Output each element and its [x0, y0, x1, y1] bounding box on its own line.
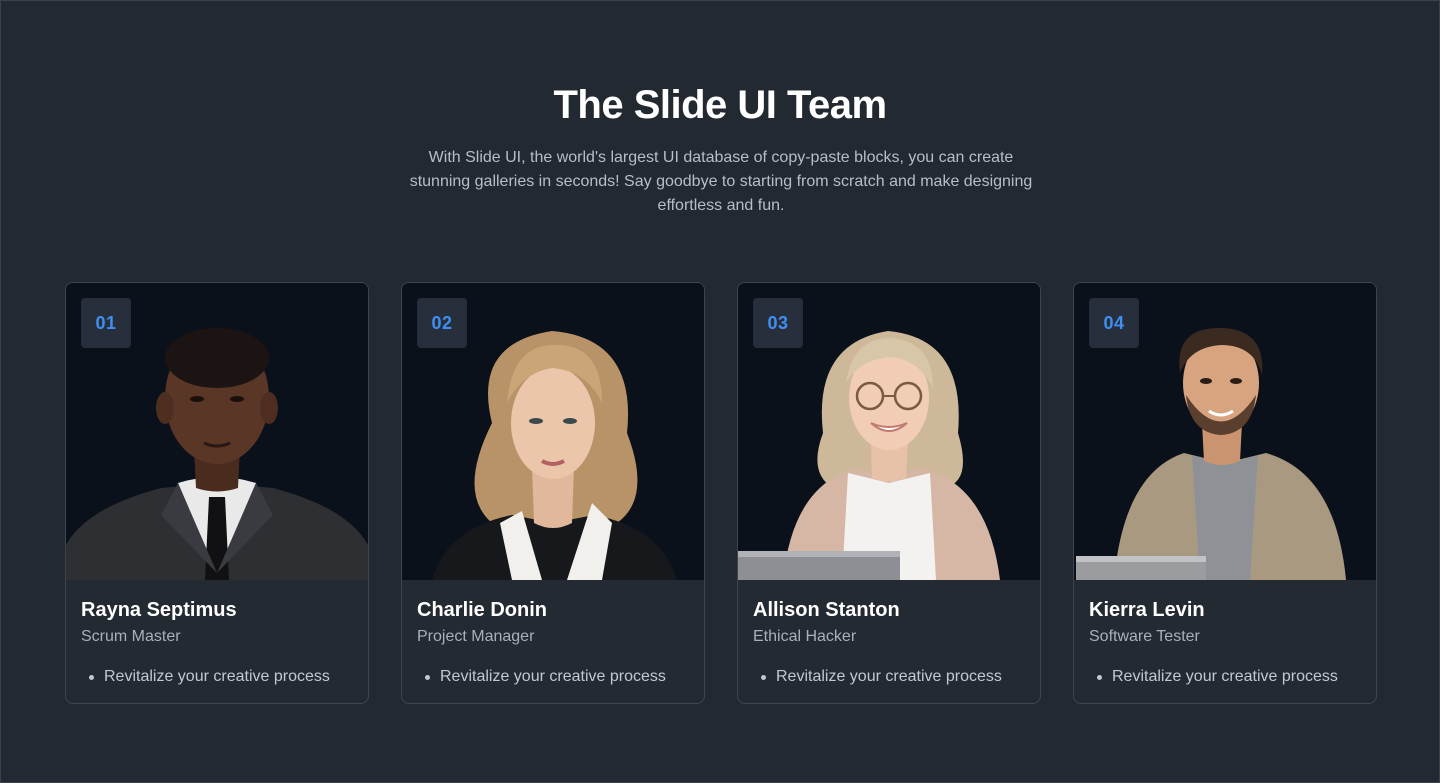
team-card[interactable]: 02 Charlie Donin Project Manager Revital… — [401, 282, 705, 704]
member-role: Software Tester — [1089, 628, 1200, 645]
member-role: Ethical Hacker — [753, 628, 857, 645]
member-bullet: Revitalize your creative process — [1097, 668, 1338, 686]
member-bullet: Revitalize your creative process — [425, 668, 666, 686]
member-bullet-text: Revitalize your creative process — [104, 668, 330, 685]
member-bullet: Revitalize your creative process — [89, 668, 330, 686]
member-number-badge: 03 — [753, 298, 803, 348]
member-number-badge: 01 — [81, 298, 131, 348]
member-bullet: Revitalize your creative process — [761, 668, 1002, 686]
member-bullet-text: Revitalize your creative process — [1112, 668, 1338, 685]
bullet-dot-icon — [761, 674, 766, 680]
page-subtitle: With Slide UI, the world's largest UI da… — [409, 149, 1033, 214]
member-name: Kierra Levin — [1089, 599, 1205, 621]
bullet-dot-icon — [425, 674, 430, 680]
page-title: The Slide UI Team — [553, 83, 887, 127]
bullet-dot-icon — [1097, 674, 1102, 680]
member-role: Project Manager — [417, 628, 535, 645]
member-name: Charlie Donin — [417, 599, 548, 621]
team-card[interactable]: 01 Rayna Septimus Scrum Master Revitaliz… — [65, 282, 369, 704]
team-card[interactable]: 03 Allison Stanton Ethical Hacker Revita… — [737, 282, 1041, 704]
member-name: Allison Stanton — [753, 599, 900, 621]
member-bullet-text: Revitalize your creative process — [440, 668, 666, 685]
member-number-badge: 04 — [1089, 298, 1139, 348]
team-card[interactable]: 04 Kierra Levin Software Tester Revitali… — [1073, 282, 1377, 704]
team-section: The Slide UI Team With Slide UI, the wor… — [0, 0, 1440, 783]
member-name: Rayna Septimus — [81, 599, 237, 621]
member-bullet-text: Revitalize your creative process — [776, 668, 1002, 685]
member-role: Scrum Master — [81, 628, 181, 645]
bullet-dot-icon — [89, 674, 94, 680]
member-number-badge: 02 — [417, 298, 467, 348]
